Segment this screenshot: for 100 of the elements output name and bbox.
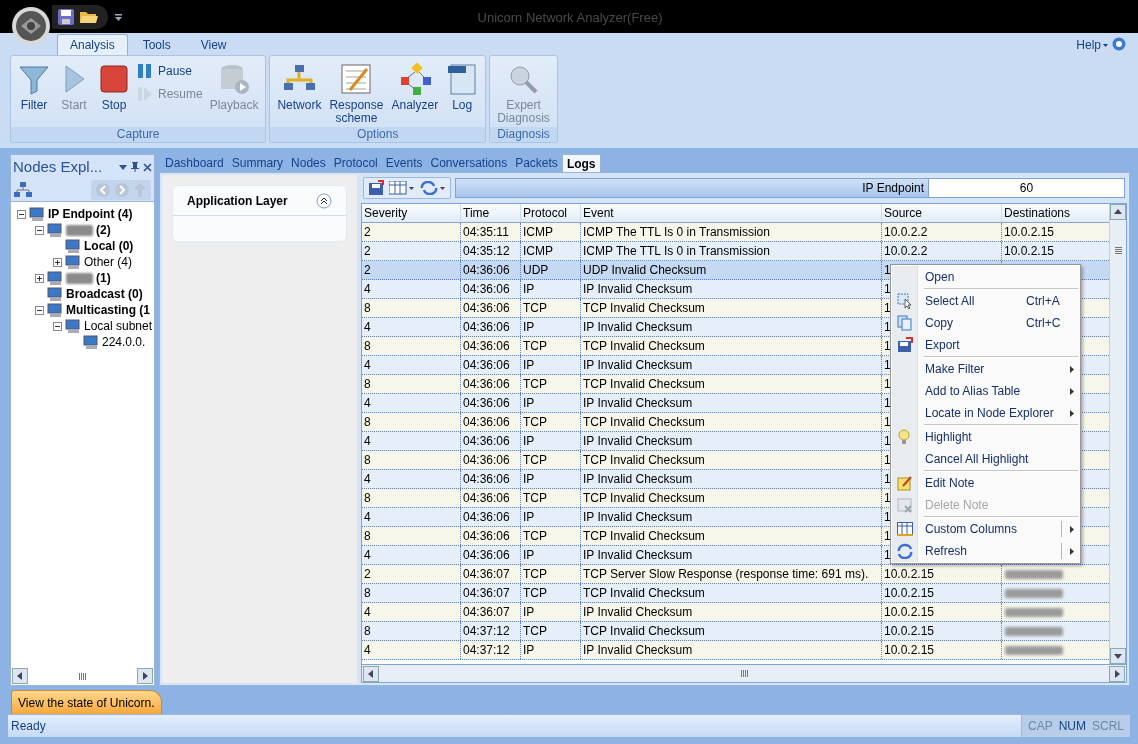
- collapse-icon[interactable]: [35, 305, 44, 315]
- column-header[interactable]: Protocol: [521, 204, 581, 222]
- tree-item-label[interactable]: IP Endpoint (4): [48, 205, 133, 223]
- page-tab[interactable]: Dashboard: [161, 154, 228, 172]
- computer-icon: [29, 206, 45, 222]
- table-cell: 04:37:12: [461, 641, 521, 659]
- table-cell: ICMP: [521, 242, 581, 260]
- light-bulb-icon: [897, 429, 913, 445]
- ribbon-tab[interactable]: View: [185, 34, 242, 55]
- tree-item-label[interactable]: Multicasting (1: [66, 301, 150, 319]
- resume-icon: [137, 86, 153, 102]
- ribbon-button[interactable]: Log: [443, 59, 482, 127]
- collapse-icon[interactable]: [35, 225, 44, 235]
- tree-item-label[interactable]: Local subnet: [84, 317, 153, 335]
- column-header[interactable]: Time: [461, 204, 521, 222]
- ribbon-button[interactable]: Analyzer: [388, 59, 442, 127]
- customize-dropdown-icon[interactable]: [115, 14, 122, 22]
- page-tab[interactable]: Protocol: [329, 154, 382, 172]
- table-cell: IP: [521, 470, 581, 488]
- ribbon-button[interactable]: Response scheme: [326, 59, 387, 127]
- table-cell: UDP: [521, 261, 581, 279]
- table-cell: 10.0.2.2: [882, 242, 1002, 260]
- table-cell: TCP Invalid Checksum: [581, 299, 882, 317]
- pin-icon[interactable]: [131, 162, 139, 172]
- table-row[interactable]: 8 04:37:12 TCP TCP Invalid Checksum 10.0.2.15: [362, 622, 1109, 641]
- collapse-icon[interactable]: [316, 192, 332, 209]
- page-tab[interactable]: Logs: [561, 154, 601, 172]
- group-label: Capture: [11, 127, 266, 142]
- collapse-icon[interactable]: [17, 209, 26, 219]
- column-header[interactable]: Event: [581, 204, 882, 222]
- table-cell: TCP Invalid Checksum: [581, 413, 882, 431]
- table-cell: 8: [362, 622, 461, 640]
- table-cell: 4: [362, 641, 461, 659]
- table-cell: IP: [521, 394, 581, 412]
- table-cell: 8: [362, 375, 461, 393]
- page-tab[interactable]: Packets: [511, 154, 562, 172]
- columns-dropdown-icon[interactable]: [389, 180, 415, 195]
- table-cell: IP: [521, 546, 581, 564]
- tree-item-label[interactable]: Broadcast (0): [66, 285, 143, 303]
- close-icon[interactable]: [143, 162, 152, 172]
- table-row[interactable]: 4 04:37:12 IP IP Invalid Checksum 10.0.2.15: [362, 641, 1109, 660]
- help-menu[interactable]: Help: [1076, 36, 1108, 54]
- tree-item-label[interactable]: (1): [96, 269, 111, 287]
- table-cell: IP Invalid Checksum: [581, 508, 882, 526]
- expand-icon[interactable]: [53, 257, 62, 267]
- scroll-right-icon[interactable]: [1109, 665, 1125, 682]
- table-row[interactable]: 8 04:36:07 TCP TCP Invalid Checksum 10.0.2.15: [362, 584, 1109, 603]
- column-header[interactable]: Severity: [362, 204, 461, 222]
- scroll-up-icon[interactable]: [1110, 204, 1126, 220]
- horizontal-scrollbar[interactable]: [361, 665, 1127, 683]
- table-row[interactable]: 2 04:35:11 ICMP ICMP The TTL Is 0 in Transmission 10.0.2.2 10.0.2.15: [362, 223, 1109, 242]
- tree-item-label[interactable]: Local (0): [84, 237, 134, 255]
- table-row[interactable]: 2 04:35:12 ICMP ICMP The TTL Is 0 in Transmission 10.0.2.2 10.0.2.15: [362, 242, 1109, 261]
- page-tab[interactable]: Events: [381, 154, 427, 172]
- page-tab[interactable]: Summary: [227, 154, 288, 172]
- ribbon-tab[interactable]: Analysis: [57, 34, 128, 55]
- collapse-icon[interactable]: [53, 321, 62, 331]
- column-header[interactable]: Source: [882, 204, 1002, 222]
- table-row[interactable]: 2 04:36:07 TCP TCP Server Slow Response (response time: 691 ms). 10.0.2.15: [362, 565, 1109, 584]
- expand-icon[interactable]: [35, 273, 44, 283]
- ribbon-button[interactable]: Filter: [15, 59, 53, 127]
- table-cell: TCP Invalid Checksum: [581, 451, 882, 469]
- scroll-right-icon[interactable]: [137, 668, 153, 684]
- table-cell: 04:36:06: [461, 299, 521, 317]
- scroll-down-icon[interactable]: [1110, 648, 1126, 664]
- tree-item-label[interactable]: 224.0.0.: [102, 333, 146, 351]
- ribbon-tab[interactable]: Tools: [127, 34, 186, 55]
- scroll-left-icon[interactable]: [12, 668, 28, 684]
- help-icon[interactable]: [1112, 37, 1126, 51]
- ribbon-button[interactable]: Network: [274, 59, 325, 127]
- table-cell: IP: [521, 356, 581, 374]
- dropdown-icon[interactable]: [119, 164, 127, 170]
- table-cell: 04:36:06: [461, 527, 521, 545]
- table-cell: 04:36:06: [461, 489, 521, 507]
- document-tab[interactable]: View the state of Unicorn.: [11, 690, 162, 714]
- ribbon-button[interactable]: Stop: [95, 59, 133, 127]
- save-icon[interactable]: [57, 8, 75, 26]
- scroll-left-icon[interactable]: [363, 665, 379, 682]
- vertical-scrollbar[interactable]: [1109, 204, 1126, 664]
- magnifier-icon: [507, 63, 540, 95]
- status-indicator: SCRL: [1092, 718, 1124, 735]
- network-icon[interactable]: [14, 182, 32, 198]
- select-icon: [897, 293, 913, 309]
- page-tab[interactable]: Conversations: [426, 154, 512, 172]
- refresh-dropdown-icon[interactable]: [420, 180, 446, 195]
- export-icon[interactable]: [368, 179, 384, 196]
- horizontal-scrollbar[interactable]: [11, 667, 154, 685]
- filter-value-field[interactable]: 60: [928, 178, 1124, 197]
- tree-item-label[interactable]: (2): [96, 221, 111, 239]
- table-cell: 4: [362, 546, 461, 564]
- table-cell: UDP Invalid Checksum: [581, 261, 882, 279]
- page-tab[interactable]: Nodes: [287, 154, 330, 172]
- table-row[interactable]: 4 04:36:07 IP IP Invalid Checksum 10.0.2.15: [362, 603, 1109, 622]
- tree-item-label[interactable]: Other (4): [84, 253, 132, 271]
- table-cell: 04:36:06: [461, 261, 521, 279]
- table-cell: 8: [362, 337, 461, 355]
- ribbon-button[interactable]: Pause: [137, 62, 203, 80]
- table-cell: ICMP The TTL Is 0 in Transmission: [581, 223, 882, 241]
- note-delete-icon: [897, 497, 913, 513]
- table-cell: TCP Invalid Checksum: [581, 337, 882, 355]
